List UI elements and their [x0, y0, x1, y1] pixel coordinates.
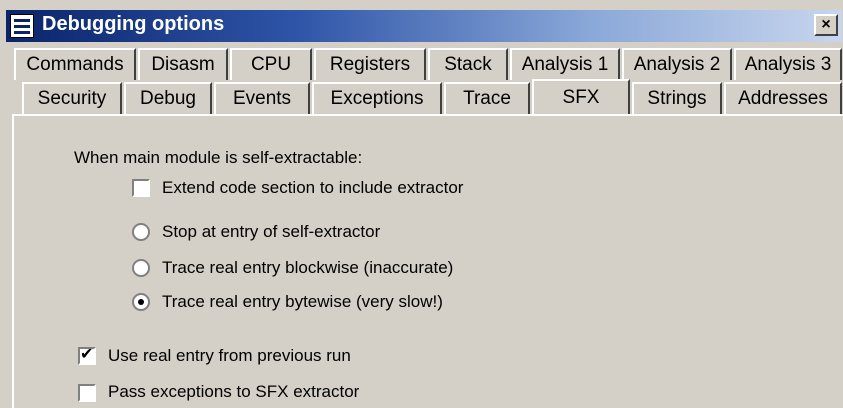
system-menu-icon[interactable]	[10, 14, 34, 38]
extend-code-label[interactable]: Extend code section to include extractor	[162, 178, 463, 198]
tab-exceptions[interactable]: Exceptions	[312, 82, 442, 114]
tab-strings[interactable]: Strings	[632, 82, 722, 114]
radio-stop-at-entry-label[interactable]: Stop at entry of self-extractor	[162, 222, 380, 242]
debugging-options-dialog: Debugging options × Commands Disasm CPU …	[0, 0, 843, 408]
tab-disasm[interactable]: Disasm	[138, 48, 228, 80]
tab-commands[interactable]: Commands	[14, 48, 136, 80]
tab-security[interactable]: Security	[22, 82, 122, 114]
tab-analysis-2[interactable]: Analysis 2	[622, 48, 732, 80]
tab-analysis-3[interactable]: Analysis 3	[734, 48, 842, 80]
radio-trace-blockwise-label[interactable]: Trace real entry blockwise (inaccurate)	[162, 258, 453, 278]
pass-exceptions-checkbox[interactable]	[78, 384, 96, 402]
tab-addresses[interactable]: Addresses	[724, 82, 842, 114]
radio-trace-bytewise-label[interactable]: Trace real entry bytewise (very slow!)	[162, 292, 443, 312]
radio-trace-bytewise[interactable]	[132, 293, 150, 311]
tab-cpu[interactable]: CPU	[230, 48, 312, 80]
use-real-entry-checkbox[interactable]	[78, 345, 96, 365]
radio-trace-blockwise[interactable]	[132, 259, 150, 277]
radio-stop-at-entry[interactable]	[132, 223, 150, 241]
close-button[interactable]: ×	[814, 14, 838, 36]
pass-exceptions-label[interactable]: Pass exceptions to SFX extractor	[108, 382, 359, 402]
tab-debug[interactable]: Debug	[124, 82, 212, 114]
tab-trace[interactable]: Trace	[444, 82, 530, 114]
tab-registers[interactable]: Registers	[314, 48, 426, 80]
sfx-panel: When main module is self-extractable: Ex…	[12, 114, 843, 408]
tab-analysis-1[interactable]: Analysis 1	[510, 48, 620, 80]
tab-sfx[interactable]: SFX	[532, 79, 630, 115]
window-title: Debugging options	[42, 13, 225, 35]
use-real-entry-label[interactable]: Use real entry from previous run	[108, 346, 351, 366]
title-bar[interactable]: Debugging options ×	[6, 10, 842, 42]
sfx-heading: When main module is self-extractable:	[74, 148, 363, 167]
tab-events[interactable]: Events	[214, 82, 310, 114]
tab-stack[interactable]: Stack	[428, 48, 508, 80]
extend-code-checkbox[interactable]	[132, 179, 150, 197]
